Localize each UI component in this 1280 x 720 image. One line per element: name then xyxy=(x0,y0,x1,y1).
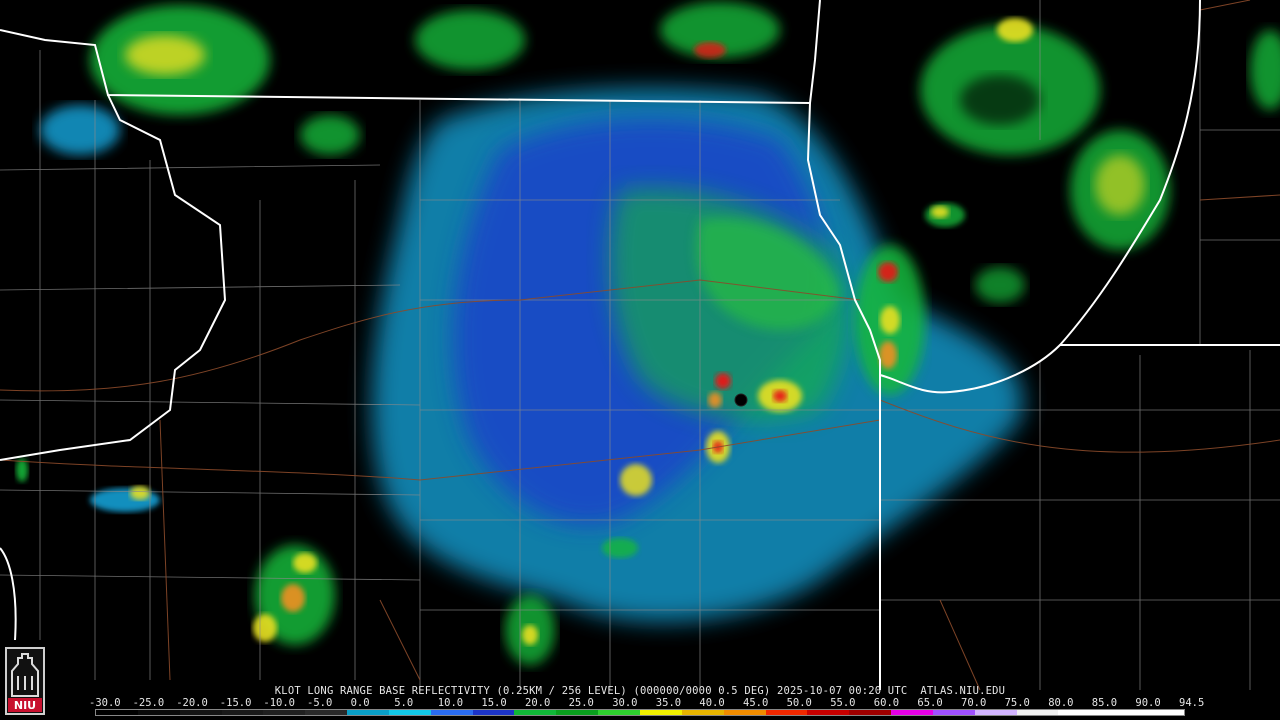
colorbar-segment xyxy=(347,710,390,715)
radar-site-icon xyxy=(734,393,748,407)
colorbar-segment xyxy=(305,710,348,715)
scale-label: 10.0 xyxy=(437,697,464,709)
colorbar-segment xyxy=(723,710,767,715)
colorbar-segment xyxy=(807,710,850,715)
scale-label: 25.0 xyxy=(568,697,594,709)
colorbar-segment xyxy=(388,710,432,715)
colorbar-segment xyxy=(472,710,515,715)
colorbar-segment xyxy=(765,710,808,715)
colorbar-segment xyxy=(681,710,725,715)
colorbar-segment xyxy=(932,710,976,715)
scale-label: 60.0 xyxy=(873,697,900,709)
scale-label: 0.0 xyxy=(350,697,370,709)
scale-label: -15.0 xyxy=(219,697,252,709)
precipitation-field xyxy=(371,88,1024,622)
colorbar-segment xyxy=(221,710,264,715)
scale-label: 90.0 xyxy=(1135,697,1161,709)
colorbar-segment xyxy=(179,710,223,715)
scale-label: -30.0 xyxy=(89,697,121,709)
scale-label: 85.0 xyxy=(1091,697,1118,709)
scale-label: 5.0 xyxy=(394,697,414,709)
scale-label: 55.0 xyxy=(830,697,856,709)
colorbar-segment xyxy=(1058,710,1101,715)
scale-label: 20.0 xyxy=(525,697,551,709)
reflectivity-scale-labels: -30.0 -25.0 -20.0 -15.0 -10.0 -5.0 0.0 5.0 10.0 1… xyxy=(89,697,1205,709)
scale-label: 45.0 xyxy=(743,697,769,709)
colorbar-segment xyxy=(556,710,599,715)
colorbar-segment xyxy=(640,710,683,715)
colorbar-segment xyxy=(1016,710,1059,715)
colorbar-segment xyxy=(1100,710,1143,715)
colorbar-segment xyxy=(598,710,641,715)
colorbar-segment xyxy=(891,710,934,715)
logo-text: NIU xyxy=(14,699,36,712)
colorbar-segment xyxy=(1142,710,1185,715)
scale-label: 94.5 xyxy=(1179,697,1205,709)
scale-label: 50.0 xyxy=(786,697,812,709)
niu-logo-icon: NIU xyxy=(5,647,45,715)
scale-label: 30.0 xyxy=(612,697,638,709)
reflectivity-colorbar xyxy=(95,709,1185,716)
scale-label: 80.0 xyxy=(1048,697,1074,709)
product-caption: KLOT LONG RANGE BASE REFLECTIVITY (0.25K… xyxy=(274,685,1006,697)
scale-label: -10.0 xyxy=(263,697,295,709)
colorbar-segment xyxy=(974,710,1018,715)
scale-label: 40.0 xyxy=(699,697,725,709)
scale-label: 70.0 xyxy=(961,697,987,709)
colorbar-segment xyxy=(96,710,139,715)
scale-label: 65.0 xyxy=(917,697,943,709)
scale-label: 35.0 xyxy=(655,697,682,709)
scale-label: -20.0 xyxy=(176,697,208,709)
colorbar-segment xyxy=(430,710,474,715)
colorbar-segment xyxy=(137,710,181,715)
colorbar-segment xyxy=(514,710,557,715)
radar-map xyxy=(0,0,1280,691)
colorbar-segment xyxy=(849,710,892,715)
scale-label: 15.0 xyxy=(481,697,507,709)
scale-label: 75.0 xyxy=(1004,697,1030,709)
scale-label: -5.0 xyxy=(307,697,333,709)
colorbar-segment xyxy=(263,710,306,715)
scale-label: -25.0 xyxy=(132,697,165,709)
